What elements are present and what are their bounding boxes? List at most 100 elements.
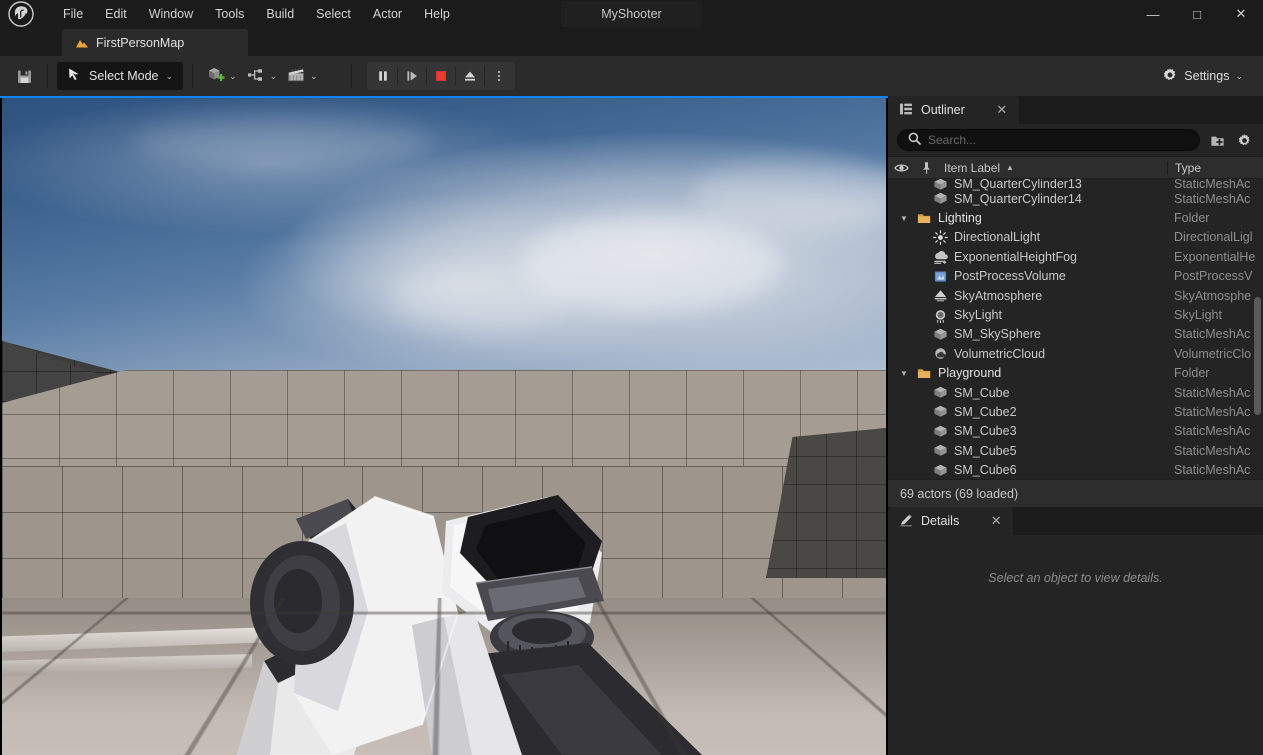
outliner-row-name: SM_Cube6 <box>888 462 1167 478</box>
outliner-column-header: Item Label ▲ Type <box>888 156 1263 179</box>
outliner-row[interactable]: SM_Cube6 StaticMeshAc <box>888 460 1263 479</box>
outliner-row-name: SM_QuarterCylinder14 <box>888 191 1167 207</box>
outliner-close-icon[interactable]: ✕ <box>995 102 1009 118</box>
outliner-row-label: PostProcessVolume <box>954 269 1066 284</box>
menu-edit[interactable]: Edit <box>94 3 138 25</box>
details-pencil-icon <box>899 513 913 530</box>
menu-help[interactable]: Help <box>413 3 461 25</box>
close-button[interactable]: ✕ <box>1219 0 1263 28</box>
folder-icon <box>916 210 932 226</box>
sky-atmosphere-icon <box>932 288 948 304</box>
outliner-settings-button[interactable] <box>1234 130 1254 150</box>
blueprints-dropdown[interactable]: ⌄ <box>242 62 283 90</box>
menu-file[interactable]: File <box>52 3 94 25</box>
window-title-text: MyShooter <box>561 1 702 27</box>
add-actor-dropdown[interactable]: ⌄ <box>202 62 242 90</box>
tab-details[interactable]: Details ✕ <box>888 507 1014 535</box>
outliner-row[interactable]: VolumetricCloud VolumetricClo <box>888 344 1263 363</box>
directional-light-icon <box>932 229 948 245</box>
menu-build[interactable]: Build <box>255 3 305 25</box>
settings-dropdown[interactable]: Settings ⌄ <box>1154 62 1251 90</box>
outliner-row[interactable]: SkyLight SkyLight <box>888 305 1263 324</box>
pause-button[interactable] <box>369 63 397 89</box>
outliner-row[interactable]: ExponentialHeightFog ExponentialHe <box>888 247 1263 266</box>
outliner-row-type: DirectionalLigl <box>1174 230 1253 245</box>
outliner-row-label: SM_QuarterCylinder13 <box>954 179 1082 191</box>
level-tab-strip: FirstPersonMap <box>0 28 1263 56</box>
outliner-row-type: StaticMeshAc <box>1174 463 1251 478</box>
outliner-row[interactable]: SM_Cube3 StaticMeshAc <box>888 422 1263 441</box>
select-mode-dropdown[interactable]: Select Mode ⌄ <box>57 62 184 90</box>
unreal-engine-logo-icon[interactable] <box>0 0 42 28</box>
folder-icon <box>916 365 932 381</box>
outliner-row[interactable]: DirectionalLight DirectionalLigl <box>888 228 1263 247</box>
add-folder-button[interactable] <box>1207 130 1227 150</box>
gear-icon <box>1162 67 1178 86</box>
editor-body: Outliner ✕ Search... Item Label ▲ Type S… <box>0 96 1263 755</box>
playback-more-button[interactable] <box>485 63 513 89</box>
visibility-eye-icon[interactable] <box>888 162 914 174</box>
maximize-button[interactable]: □ <box>1175 0 1219 28</box>
stop-button[interactable] <box>427 63 455 89</box>
title-bar: File Edit Window Tools Build Select Acto… <box>0 0 1263 28</box>
blueprints-icon <box>247 67 267 86</box>
outliner-row-label: SkyLight <box>954 308 1002 323</box>
outliner-row[interactable]: SM_SkySphere StaticMeshAc <box>888 325 1263 344</box>
cinematics-dropdown[interactable]: ⌄ <box>282 62 323 90</box>
outliner-row[interactable]: SM_Cube5 StaticMeshAc <box>888 441 1263 460</box>
tab-firstpersonmap[interactable]: FirstPersonMap <box>62 29 248 56</box>
outliner-row-label: ExponentialHeightFog <box>954 249 1077 264</box>
menu-tools[interactable]: Tools <box>204 3 255 25</box>
outliner-row[interactable]: SkyAtmosphere SkyAtmosphe <box>888 286 1263 305</box>
menu-select[interactable]: Select <box>305 3 362 25</box>
menu-window[interactable]: Window <box>138 3 204 25</box>
outliner-row-label: SM_SkySphere <box>954 327 1041 342</box>
search-icon <box>908 132 921 148</box>
chevron-down-icon: ⌄ <box>310 70 318 81</box>
outliner-row-label: Lighting <box>938 211 982 226</box>
outliner-row-type: VolumetricClo <box>1174 346 1252 361</box>
outliner-row[interactable]: SM_Cube StaticMeshAc <box>888 383 1263 402</box>
outliner-tab-label: Outliner <box>921 103 965 117</box>
outliner-scrollbar[interactable] <box>1254 297 1261 415</box>
eject-button[interactable] <box>456 63 484 89</box>
viewport-render[interactable] <box>2 98 886 755</box>
outliner-row-type: StaticMeshAc <box>1174 443 1251 458</box>
column-item-label[interactable]: Item Label ▲ <box>938 161 1167 175</box>
outliner-row[interactable]: ▼ Playground Folder <box>888 364 1263 383</box>
outliner-row-name: ▼ Lighting <box>888 210 1167 226</box>
outliner-search-row <box>888 124 1263 156</box>
outliner-row-name: PostProcessVolume <box>888 268 1167 284</box>
outliner-search-box[interactable] <box>897 129 1200 151</box>
static-mesh-icon <box>932 462 948 478</box>
tab-label: FirstPersonMap <box>96 35 185 50</box>
outliner-row-name: SM_Cube3 <box>888 423 1167 439</box>
outliner-row-name: SM_Cube <box>888 385 1167 401</box>
outliner-row-name: ExponentialHeightFog <box>888 249 1167 265</box>
gear-icon <box>1238 133 1250 145</box>
save-button[interactable] <box>10 62 38 90</box>
column-type[interactable]: Type <box>1167 160 1263 175</box>
outliner-row-type: StaticMeshAc <box>1174 424 1251 439</box>
outliner-row[interactable]: SM_Cube2 StaticMeshAc <box>888 402 1263 421</box>
outliner-tree[interactable]: SM_QuarterCylinder13 StaticMeshAc SM_Quart… <box>888 179 1263 479</box>
level-viewport[interactable] <box>0 96 888 755</box>
outliner-row[interactable]: SM_QuarterCylinder14 StaticMeshAc <box>888 189 1263 208</box>
expand-arrow-icon[interactable]: ▼ <box>898 214 910 223</box>
outliner-row[interactable]: PostProcessVolume PostProcessV <box>888 267 1263 286</box>
outliner-row[interactable]: ▼ Lighting Folder <box>888 208 1263 227</box>
menu-actor[interactable]: Actor <box>362 3 413 25</box>
outliner-row-type: SkyLight <box>1174 308 1222 323</box>
frame-advance-button[interactable] <box>398 63 426 89</box>
static-mesh-icon <box>932 326 948 342</box>
outliner-search-input[interactable] <box>928 133 1189 147</box>
right-dock: Outliner ✕ Search... Item Label ▲ Type S… <box>888 96 1263 755</box>
minimize-button[interactable]: — <box>1131 0 1175 28</box>
outliner-row[interactable]: SM_QuarterCylinder13 StaticMeshAc <box>888 179 1263 191</box>
outliner-row-label: SM_Cube <box>954 385 1010 400</box>
expand-arrow-icon[interactable]: ▼ <box>898 369 910 378</box>
pin-icon[interactable] <box>914 161 938 175</box>
outliner-row-label: SM_Cube5 <box>954 443 1017 458</box>
details-close-icon[interactable]: ✕ <box>989 513 1003 529</box>
tab-outliner[interactable]: Outliner ✕ <box>888 96 1019 124</box>
